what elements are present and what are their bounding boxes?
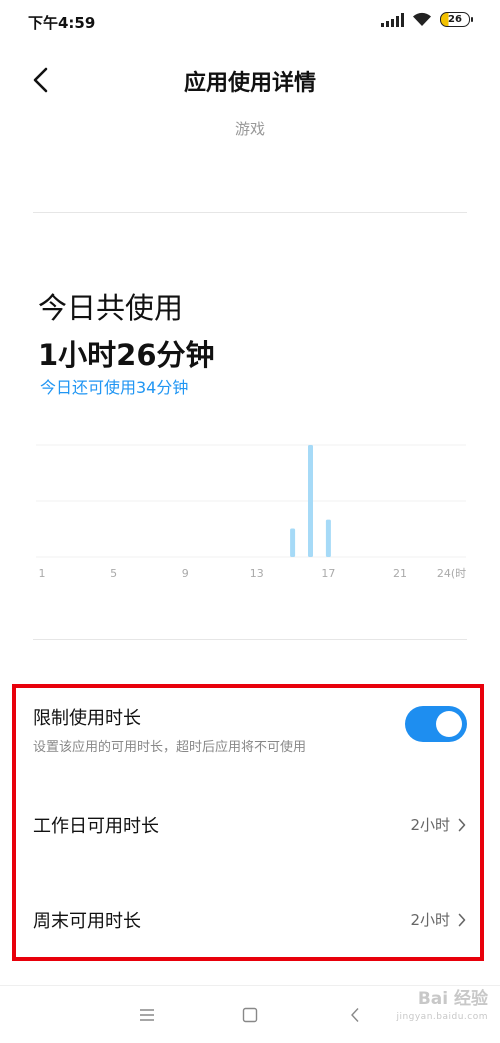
watermark-brand: Bai 经验 (417, 989, 488, 1009)
menu-icon (140, 1009, 154, 1021)
usage-remaining: 今日还可使用34分钟 (40, 378, 189, 397)
usage-chart: 1 5 9 13 17 21 24(时) (36, 444, 466, 580)
divider (33, 639, 467, 640)
usage-total: 1小时26分钟 (38, 338, 215, 372)
watermark-url: jingyan.baidu.com (396, 1012, 488, 1022)
chevron-right-icon (458, 818, 466, 831)
watermark: Bai 经验 jingyan.baidu.com (396, 990, 488, 1026)
chart-x-tick: 5 (110, 567, 117, 580)
wifi-icon (413, 12, 431, 26)
usage-heading: 今日共使用 (38, 291, 184, 325)
home-square-icon (242, 1007, 258, 1023)
weekday-duration-title: 工作日可用时长 (33, 816, 159, 837)
limit-usage-toggle[interactable] (405, 706, 467, 742)
limit-usage-desc: 设置该应用的可用时长，超时后应用将不可使用 (33, 740, 307, 755)
toggle-knob (436, 711, 462, 737)
status-time: 下午4:59 (28, 14, 96, 32)
weekend-duration-title: 周末可用时长 (33, 911, 141, 932)
weekday-duration-row[interactable]: 工作日可用时长 2小时 (16, 790, 480, 860)
chevron-right-icon (458, 913, 466, 926)
page-title: 应用使用详情 (183, 71, 316, 96)
signal-icon (381, 12, 404, 27)
weekday-duration-value-wrap: 2小时 (410, 814, 466, 835)
divider (33, 212, 467, 213)
battery-icon: 26 (440, 12, 473, 27)
chart-x-tick: 1 (39, 567, 46, 580)
chart-x-tick: 24(时) (437, 567, 466, 580)
chart-bar-hour-17 (325, 519, 331, 557)
chart-x-tick: 13 (250, 567, 264, 580)
back-triangle-icon (351, 1008, 359, 1022)
chart-x-tick: 17 (321, 567, 335, 580)
home-button[interactable] (235, 1002, 265, 1028)
status-icons: 26 (381, 12, 473, 27)
chart-bar-hour-15 (290, 528, 296, 557)
weekend-duration-value: 2小时 (410, 911, 450, 929)
chart-x-tick: 9 (182, 567, 189, 580)
chart-bar-hour-16 (308, 445, 313, 557)
weekend-duration-row[interactable]: 周末可用时长 2小时 (16, 885, 480, 955)
weekend-duration-value-wrap: 2小时 (410, 909, 466, 930)
app-category: 游戏 (234, 120, 265, 138)
nav-back-button[interactable] (340, 1002, 370, 1028)
weekday-duration-value: 2小时 (410, 816, 450, 834)
menu-button[interactable] (132, 1002, 162, 1028)
limit-usage-row: 限制使用时长 设置该应用的可用时长，超时后应用将不可使用 (33, 704, 306, 755)
chart-x-tick: 21 (393, 567, 407, 580)
limit-usage-title: 限制使用时长 (33, 708, 141, 729)
